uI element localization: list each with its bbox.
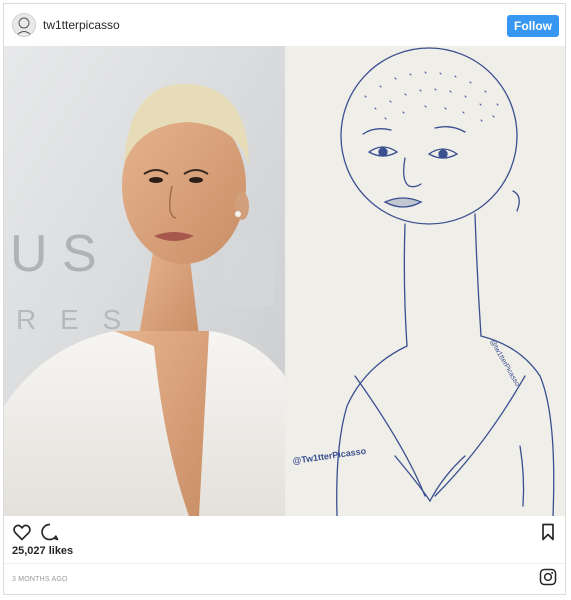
bookmark-icon[interactable] [538,522,558,542]
photo-panel: U S R E S [4,46,285,516]
backdrop-letters-bottom: R E S [16,304,129,335]
avatar[interactable] [12,13,36,37]
action-bar [4,516,565,546]
post-media[interactable]: U S R E S @Tw1tterPicasso @tw1tterPicass… [4,46,565,516]
instagram-icon[interactable] [539,568,557,586]
likes-count[interactable]: 25,027 likes [12,545,73,557]
comment-icon[interactable] [40,522,60,542]
divider [4,563,565,564]
post-header: tw1tterpicasso Follow [4,4,565,46]
username[interactable]: tw1tterpicasso [43,18,120,32]
backdrop-letters-top: U S [10,225,97,283]
follow-button[interactable]: Follow [507,15,559,37]
timestamp: 3 MONTHS AGO [12,576,68,583]
heart-icon[interactable] [12,522,32,542]
avatar-sketch-icon [15,17,33,36]
sketch-drawing: @Tw1tterPicasso @tw1tterPicasso [285,46,565,516]
celebrity-photo: U S R E S [4,46,285,516]
instagram-post-card: tw1tterpicasso Follow U S R E S @Tw1tter… [3,3,566,595]
sketch-panel: @Tw1tterPicasso @tw1tterPicasso [285,46,565,516]
